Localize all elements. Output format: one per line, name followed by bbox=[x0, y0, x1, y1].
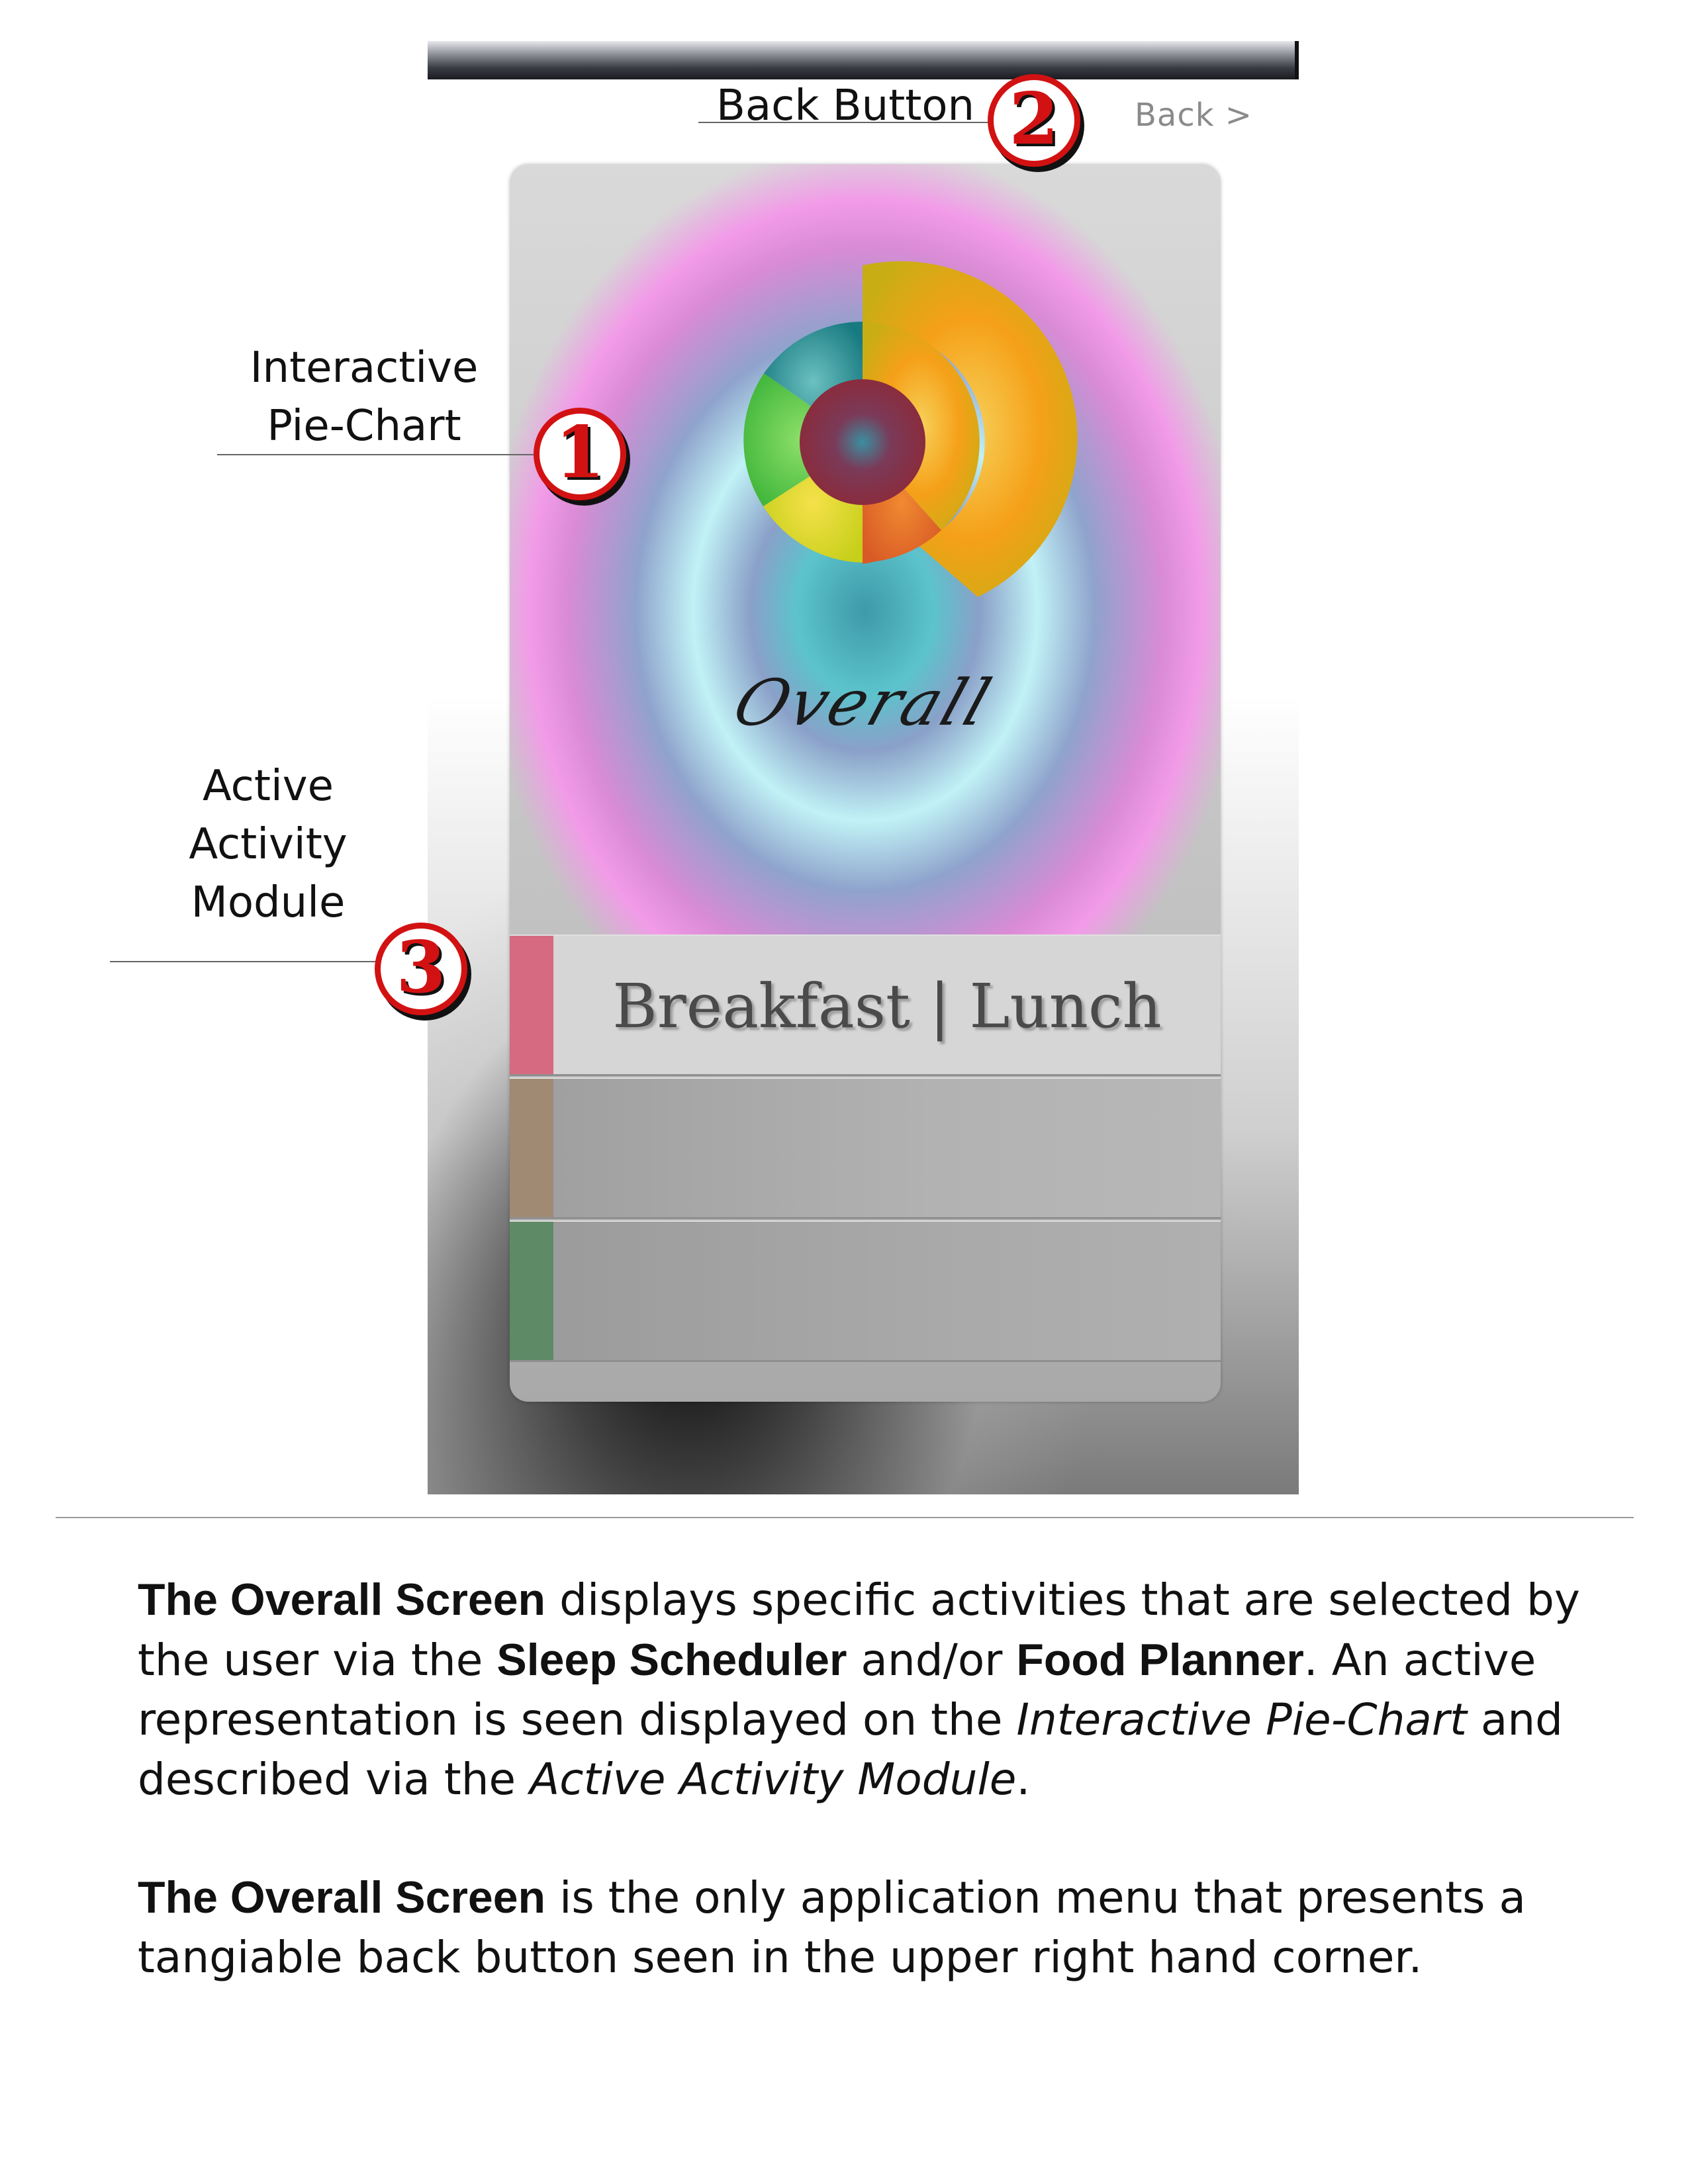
callout-number-1: 1 bbox=[534, 408, 626, 500]
module-stripe-tan bbox=[510, 1079, 553, 1217]
desc-bold: The Overall Screen bbox=[138, 1872, 546, 1923]
callout-label-pie-chart: Interactive Pie-Chart bbox=[225, 339, 503, 455]
back-button[interactable]: Back > bbox=[1135, 97, 1252, 134]
callout-label-line: Module bbox=[191, 878, 346, 927]
activity-module-empty[interactable] bbox=[510, 1220, 1221, 1362]
top-status-bar bbox=[428, 41, 1299, 79]
active-activity-module[interactable]: Breakfast | Lunch bbox=[510, 934, 1221, 1076]
description-paragraph-2: The Overall Screen is the only applicati… bbox=[138, 1868, 1581, 1987]
desc-bold: Food Planner bbox=[1016, 1635, 1304, 1685]
desc-italic: Active Activity Module bbox=[530, 1754, 1017, 1805]
module-stripe-green bbox=[510, 1222, 553, 1360]
desc-text: and/or bbox=[847, 1635, 1017, 1686]
desc-bold: The Overall Screen bbox=[138, 1574, 546, 1625]
callout-label-line: Activity bbox=[189, 820, 348, 869]
callout-leader-3 bbox=[110, 961, 388, 962]
overall-screen: Overall Breakfast | Lunch bbox=[510, 164, 1221, 1402]
module-title: Breakfast | Lunch bbox=[612, 971, 1162, 1042]
callout-number-3: 3 bbox=[375, 923, 467, 1015]
pie-center-hub bbox=[800, 379, 925, 505]
overall-script-title: Overall bbox=[724, 666, 1002, 740]
callout-label-line: Pie-Chart bbox=[267, 402, 461, 451]
module-stripe-pink bbox=[510, 936, 553, 1074]
app-screenshot: Back > Overall Breakfast | Lunch bbox=[428, 41, 1299, 1494]
callout-label-line: Active bbox=[203, 762, 334, 811]
description-paragraph-1: The Overall Screen displays specific act… bbox=[138, 1570, 1581, 1809]
callout-leader-1 bbox=[217, 454, 541, 455]
callout-leader-2 bbox=[698, 122, 996, 123]
callout-number-2: 2 bbox=[988, 74, 1080, 167]
callout-label-back-button: Back Button bbox=[716, 81, 975, 130]
section-divider bbox=[56, 1517, 1634, 1518]
desc-bold: Sleep Scheduler bbox=[496, 1635, 847, 1685]
activity-module-empty[interactable] bbox=[510, 1077, 1221, 1219]
callout-label-activity-module: Active Activity Module bbox=[152, 757, 384, 932]
desc-italic: Interactive Pie-Chart bbox=[1016, 1694, 1467, 1745]
interactive-pie-chart[interactable] bbox=[510, 164, 1221, 654]
desc-text: . bbox=[1016, 1754, 1031, 1805]
callout-label-line: Interactive bbox=[250, 343, 479, 392]
